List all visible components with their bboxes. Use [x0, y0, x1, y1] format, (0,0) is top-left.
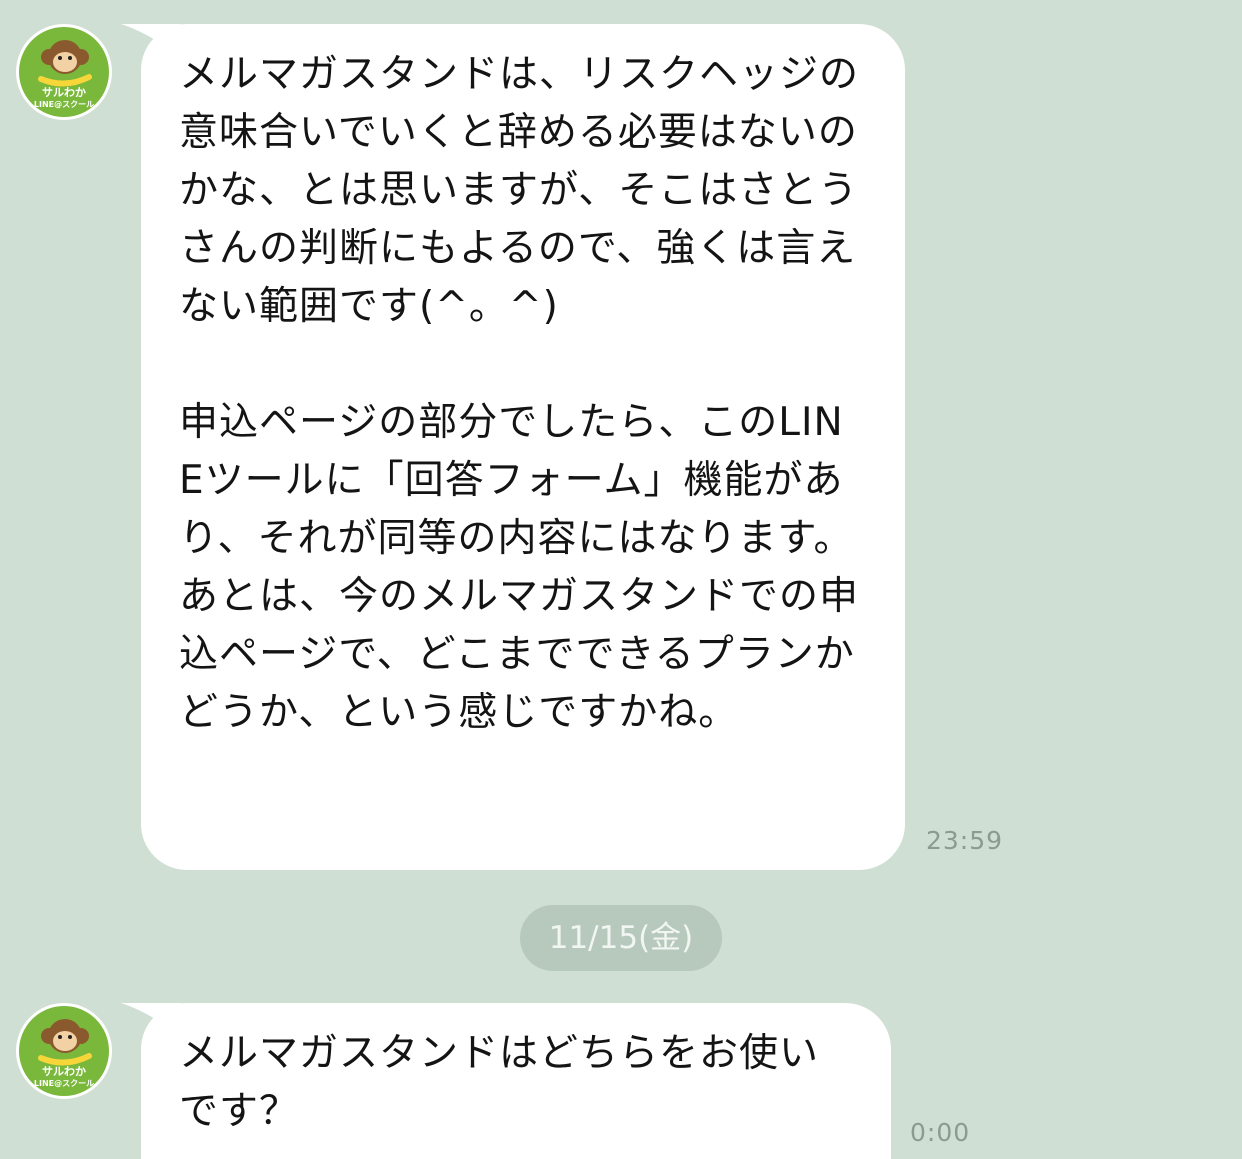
message-text: メルマガスタンドはどちらをお使いです？	[179, 1031, 820, 1134]
avatar-brand-subtext: LINE@スクール	[33, 100, 95, 109]
date-separator: 11/15(金)	[520, 905, 722, 971]
message-timestamp: 23:59	[926, 826, 1004, 855]
avatar-brand-text: サルわか	[42, 1065, 86, 1078]
avatar-brand-text: サルわか	[42, 86, 86, 99]
chat-area[interactable]: サルわか LINE@スクール メルマガスタンドは、リスクヘッジの意味合いでいくと…	[0, 0, 1242, 1159]
message-text: メルマガスタンドは、リスクヘッジの意味合いでいくと辞める必要はないのかな、とは思…	[179, 52, 860, 735]
avatar[interactable]: サルわか LINE@スクール	[16, 24, 112, 120]
avatar[interactable]: サルわか LINE@スクール	[16, 1003, 112, 1099]
bubble-tail-icon	[121, 24, 181, 58]
bubble-tail-icon	[121, 1003, 181, 1037]
avatar-brand-subtext: LINE@スクール	[33, 1079, 95, 1088]
message-bubble[interactable]: メルマガスタンドはどちらをお使いです？	[121, 1003, 891, 1159]
message-timestamp: 0:00	[910, 1118, 971, 1147]
message-bubble[interactable]: メルマガスタンドは、リスクヘッジの意味合いでいくと辞める必要はないのかな、とは思…	[121, 24, 905, 870]
